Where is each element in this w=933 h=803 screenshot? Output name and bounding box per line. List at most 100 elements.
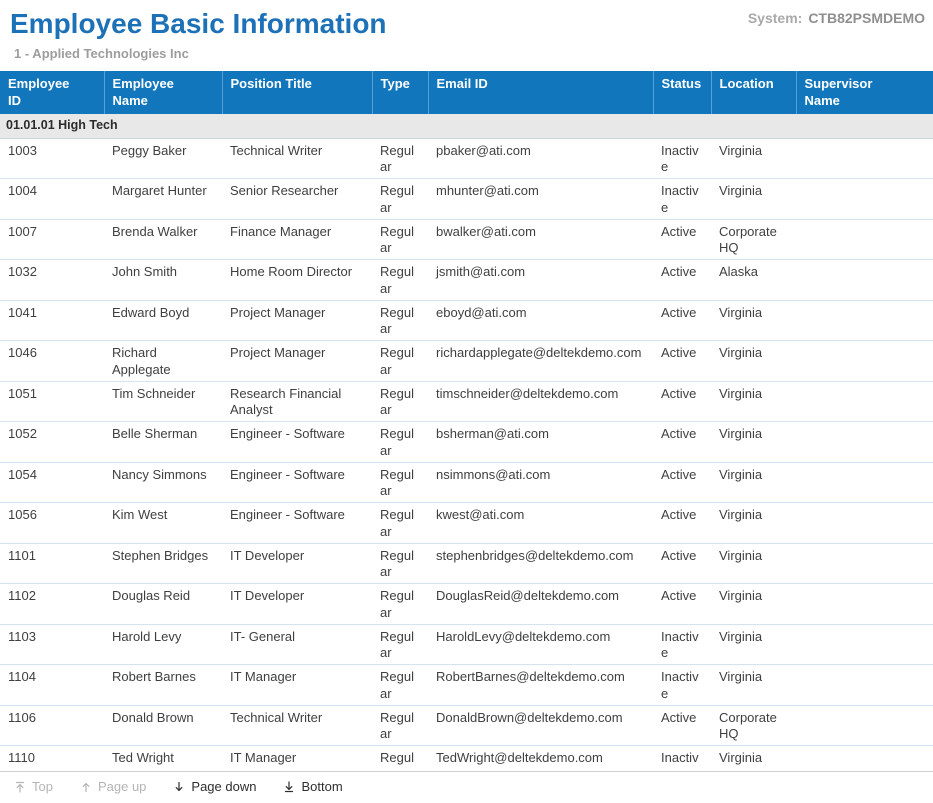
top-button[interactable]: Top xyxy=(14,779,53,794)
table-cell xyxy=(796,462,933,503)
bottom-button[interactable]: Bottom xyxy=(283,779,342,794)
table-cell: Engineer - Software xyxy=(222,422,372,463)
table-cell xyxy=(796,543,933,584)
table-cell: Regular xyxy=(372,300,428,341)
table-cell: stephenbridges@deltekdemo.com xyxy=(428,543,653,584)
table-row: 1004Margaret HunterSenior ResearcherRegu… xyxy=(0,179,933,220)
column-header-label: Employee ID xyxy=(8,76,82,109)
table-cell: Regular xyxy=(372,219,428,260)
table-cell: Active xyxy=(653,422,711,463)
table-cell: Peggy Baker xyxy=(104,138,222,179)
table-cell: IT Manager xyxy=(222,665,372,706)
table-cell: 1102 xyxy=(0,584,104,625)
column-header-employee-name: Employee Name xyxy=(104,71,222,114)
table-cell: John Smith xyxy=(104,260,222,301)
employee-table: Employee ID Employee Name Position Title… xyxy=(0,71,933,803)
table-cell: 1032 xyxy=(0,260,104,301)
table-cell: Active xyxy=(653,543,711,584)
page-up-button[interactable]: Page up xyxy=(80,779,146,794)
table-cell: Technical Writer xyxy=(222,705,372,746)
table-cell: Senior Researcher xyxy=(222,179,372,220)
table-cell: Richard Applegate xyxy=(104,341,222,382)
table-cell xyxy=(796,341,933,382)
column-header-position-title: Position Title xyxy=(222,71,372,114)
table-cell: 1003 xyxy=(0,138,104,179)
table-cell: Active xyxy=(653,219,711,260)
table-cell: Regular xyxy=(372,503,428,544)
table-cell: Inactive xyxy=(653,138,711,179)
table-cell: Regular xyxy=(372,422,428,463)
table-cell xyxy=(796,138,933,179)
table-cell: 1052 xyxy=(0,422,104,463)
arrow-down-icon xyxy=(173,781,185,793)
system-info: System: CTB82PSMDEMO xyxy=(748,10,925,26)
page-up-button-label: Page up xyxy=(98,779,146,794)
table-cell: pbaker@ati.com xyxy=(428,138,653,179)
table-cell: HaroldLevy@deltekdemo.com xyxy=(428,624,653,665)
column-header-status: Status xyxy=(653,71,711,114)
column-header-type: Type xyxy=(372,71,428,114)
table-cell: Corporate HQ xyxy=(711,705,796,746)
table-cell: nsimmons@ati.com xyxy=(428,462,653,503)
table-cell: Alaska xyxy=(711,260,796,301)
bottom-button-label: Bottom xyxy=(301,779,342,794)
arrow-to-bottom-icon xyxy=(283,781,295,793)
table-cell: Virginia xyxy=(711,341,796,382)
table-cell: Active xyxy=(653,341,711,382)
table-cell: 1056 xyxy=(0,503,104,544)
system-label: System: xyxy=(748,10,802,26)
page-down-button-label: Page down xyxy=(191,779,256,794)
table-cell: Virginia xyxy=(711,422,796,463)
table-cell: Belle Sherman xyxy=(104,422,222,463)
table-cell: Regular xyxy=(372,665,428,706)
table-cell: Inactive xyxy=(653,665,711,706)
table-cell: Virginia xyxy=(711,300,796,341)
table-cell: Finance Manager xyxy=(222,219,372,260)
table-cell: IT Developer xyxy=(222,543,372,584)
table-cell: DonaldBrown@deltekdemo.com xyxy=(428,705,653,746)
table-cell: Technical Writer xyxy=(222,138,372,179)
table-cell: Virginia xyxy=(711,381,796,422)
table-cell: Active xyxy=(653,381,711,422)
table-cell: Engineer - Software xyxy=(222,503,372,544)
column-header-location: Location xyxy=(711,71,796,114)
company-name: 1 - Applied Technologies Inc xyxy=(14,46,923,61)
table-cell: timschneider@deltekdemo.com xyxy=(428,381,653,422)
table-cell: kwest@ati.com xyxy=(428,503,653,544)
table-cell: Active xyxy=(653,705,711,746)
column-header-supervisor-name: Supervisor Name xyxy=(796,71,933,114)
table-cell: Virginia xyxy=(711,462,796,503)
table-cell: 1007 xyxy=(0,219,104,260)
table-cell: Virginia xyxy=(711,138,796,179)
column-header-email-id: Email ID xyxy=(428,71,653,114)
table-cell: 1004 xyxy=(0,179,104,220)
table-cell: Inactive xyxy=(653,179,711,220)
table-row: 1102Douglas ReidIT DeveloperRegularDougl… xyxy=(0,584,933,625)
table-cell: Regular xyxy=(372,179,428,220)
system-value: CTB82PSMDEMO xyxy=(808,10,925,26)
group-header-label: 01.01.01 High Tech xyxy=(0,114,933,138)
table-cell: IT Developer xyxy=(222,584,372,625)
column-header-employee-id: Employee ID xyxy=(0,71,104,114)
table-row: 1003Peggy BakerTechnical WriterRegularpb… xyxy=(0,138,933,179)
table-cell: Regular xyxy=(372,462,428,503)
table-cell: Active xyxy=(653,300,711,341)
table-cell: 1054 xyxy=(0,462,104,503)
table-cell: Regular xyxy=(372,624,428,665)
table-row: 1101Stephen BridgesIT DeveloperRegularst… xyxy=(0,543,933,584)
table-row: 1103Harold LevyIT- GeneralRegularHaroldL… xyxy=(0,624,933,665)
page-down-button[interactable]: Page down xyxy=(173,779,256,794)
table-cell xyxy=(796,381,933,422)
table-cell: Home Room Director xyxy=(222,260,372,301)
table-cell: Engineer - Software xyxy=(222,462,372,503)
table-cell: Inactive xyxy=(653,624,711,665)
table-cell: Regular xyxy=(372,543,428,584)
table-header-row: Employee ID Employee Name Position Title… xyxy=(0,71,933,114)
table-cell: 1106 xyxy=(0,705,104,746)
pagination-bar: Top Page up Page down Bottom xyxy=(0,771,933,803)
table-cell: Virginia xyxy=(711,179,796,220)
table-cell xyxy=(796,584,933,625)
table-cell: Virginia xyxy=(711,584,796,625)
table-cell: Regular xyxy=(372,260,428,301)
table-cell: Margaret Hunter xyxy=(104,179,222,220)
